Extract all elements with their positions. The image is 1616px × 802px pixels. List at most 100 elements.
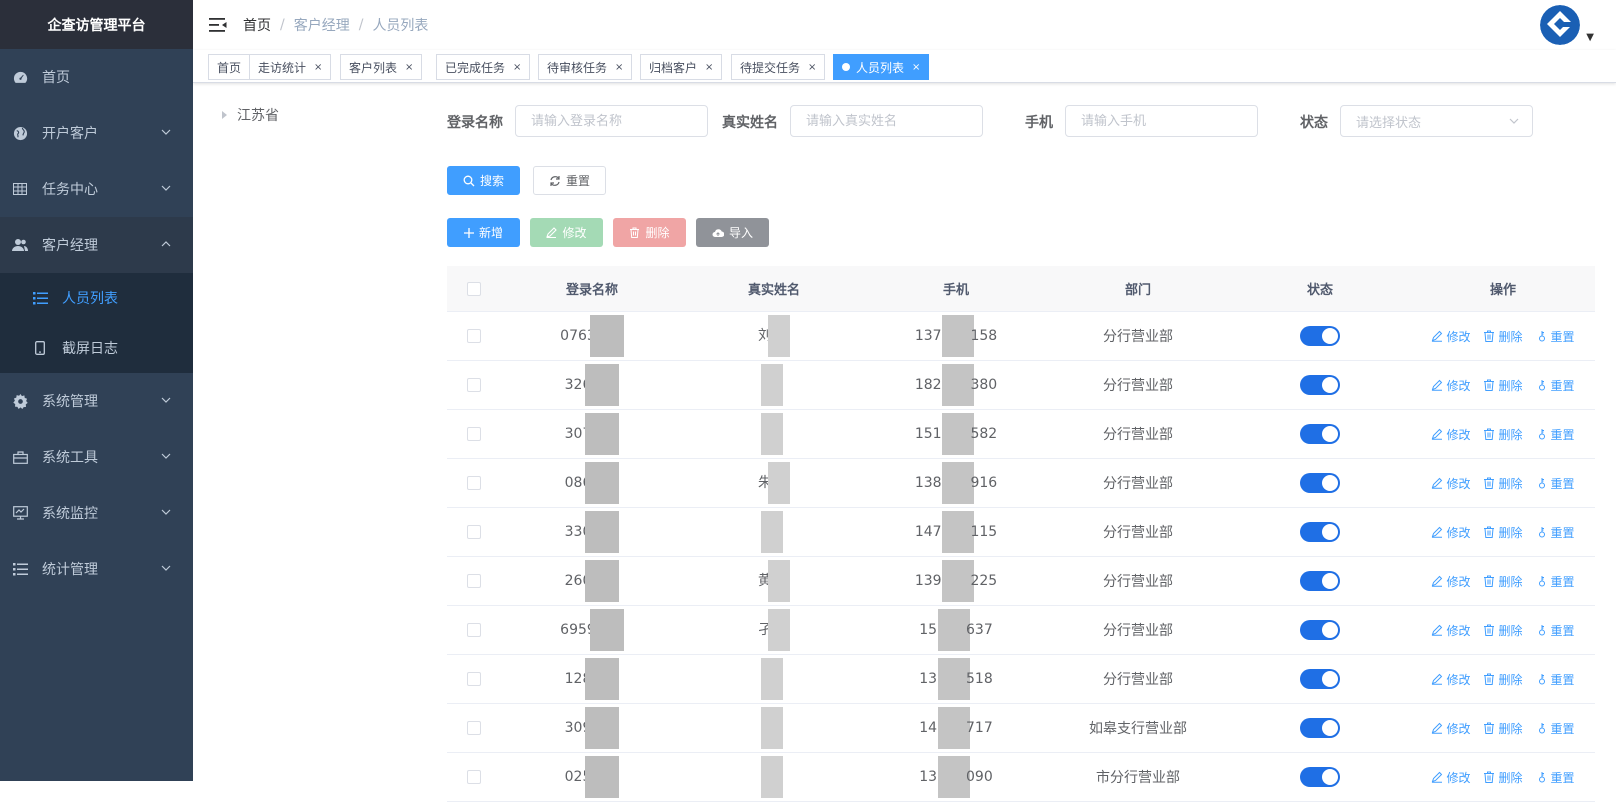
row-delete-link[interactable]: 删除 [1483,622,1523,639]
search-button[interactable]: 搜索 [447,166,520,195]
sidebar-item-open-account[interactable]: 开户客户 [0,105,193,161]
tag-pending-review[interactable]: 待审核任务 × [538,54,633,80]
row-reset-password-link[interactable]: 重置 [1536,720,1575,737]
close-icon[interactable]: × [808,62,816,73]
row-delete-link[interactable]: 删除 [1483,475,1523,492]
edit-button[interactable]: 修改 [530,218,603,247]
table-row[interactable]: 086 朱 1381 916 分行营业部 修改 删除 重置 [447,459,1595,508]
row-edit-link[interactable]: 修改 [1431,377,1470,394]
tag-customer-list[interactable]: 客户列表 × [340,54,423,80]
hamburger-button[interactable] [193,0,243,50]
row-checkbox[interactable] [467,721,481,735]
row-delete-link[interactable]: 删除 [1483,769,1523,786]
row-reset-password-link[interactable]: 重置 [1536,769,1575,786]
table-row[interactable]: 330 1475 115 分行营业部 修改 删除 重置 [447,508,1595,557]
real-name-input[interactable] [790,105,983,137]
close-icon[interactable]: × [615,62,623,73]
close-icon[interactable]: × [705,62,713,73]
status-switch[interactable] [1300,718,1340,738]
sidebar-item-system-admin[interactable]: 系统管理 [0,373,193,429]
avatar[interactable] [1540,5,1580,45]
tag-visit-stats[interactable]: 走访统计 × [249,54,332,80]
row-delete-link[interactable]: 删除 [1483,426,1523,443]
caret-right-icon[interactable] [222,111,227,119]
row-edit-link[interactable]: 修改 [1431,426,1470,443]
close-icon[interactable]: × [513,62,521,73]
table-row[interactable]: 0763 刘 1377 158 分行营业部 修改 删除 重置 [447,312,1595,361]
row-checkbox[interactable] [467,329,481,343]
table-row[interactable]: 128 138 518 分行营业部 修改 删除 重置 [447,655,1595,704]
caret-down-icon[interactable]: ▼ [1586,32,1594,43]
row-delete-link[interactable]: 删除 [1483,524,1523,541]
row-edit-link[interactable]: 修改 [1431,573,1470,590]
row-edit-link[interactable]: 修改 [1431,622,1470,639]
table-row[interactable]: 260 黄 1391 225 分行营业部 修改 删除 重置 [447,557,1595,606]
table-row[interactable]: 025 138 090 市分行营业部 修改 删除 重置 [447,753,1595,802]
row-edit-link[interactable]: 修改 [1431,524,1470,541]
row-edit-link[interactable]: 修改 [1431,769,1470,786]
row-edit-link[interactable]: 修改 [1431,328,1470,345]
row-checkbox[interactable] [467,427,481,441]
status-switch[interactable] [1300,767,1340,787]
sidebar-item-account-manager[interactable]: 客户经理 [0,217,193,273]
status-switch[interactable] [1300,571,1340,591]
sidebar-item-task-center[interactable]: 任务中心 [0,161,193,217]
row-reset-password-link[interactable]: 重置 [1536,475,1575,492]
row-reset-password-link[interactable]: 重置 [1536,573,1575,590]
status-switch[interactable] [1300,669,1340,689]
sidebar-item-system-tools[interactable]: 系统工具 [0,429,193,485]
row-checkbox[interactable] [467,672,481,686]
phone-input[interactable] [1065,105,1258,137]
tag-pending-submit[interactable]: 待提交任务 × [731,54,826,80]
status-switch[interactable] [1300,522,1340,542]
row-reset-password-link[interactable]: 重置 [1536,377,1575,394]
row-reset-password-link[interactable]: 重置 [1536,622,1575,639]
row-delete-link[interactable]: 删除 [1483,573,1523,590]
close-icon[interactable]: × [405,62,413,73]
reset-button[interactable]: 重置 [533,166,606,195]
row-checkbox[interactable] [467,525,481,539]
table-row[interactable]: 6959 孑 158 637 分行营业部 修改 删除 重置 [447,606,1595,655]
tag-completed-tasks[interactable]: 已完成任务 × [436,54,531,80]
row-edit-link[interactable]: 修改 [1431,720,1470,737]
table-row[interactable]: 307 1515 582 分行营业部 修改 删除 重置 [447,410,1595,459]
close-icon[interactable]: × [912,62,920,73]
table-row[interactable]: 309 147 717 如皋支行营业部 修改 删除 重置 [447,704,1595,753]
tag-archived-customers[interactable]: 归档客户 × [640,54,723,80]
breadcrumb-home[interactable]: 首页 [243,15,271,35]
row-checkbox[interactable] [467,770,481,784]
status-switch[interactable] [1300,473,1340,493]
row-checkbox[interactable] [467,623,481,637]
tag-staff-list[interactable]: 人员列表 × [833,54,930,80]
status-switch[interactable] [1300,424,1340,444]
row-delete-link[interactable]: 删除 [1483,720,1523,737]
sidebar-item-system-monitor[interactable]: 系统监控 [0,485,193,541]
sidebar-item-statistics[interactable]: 统计管理 [0,541,193,597]
row-delete-link[interactable]: 删除 [1483,671,1523,688]
close-icon[interactable]: × [314,62,322,73]
row-reset-password-link[interactable]: 重置 [1536,671,1575,688]
sidebar-item-home[interactable]: 首页 [0,49,193,105]
row-checkbox[interactable] [467,378,481,392]
add-button[interactable]: 新增 [447,218,520,247]
row-reset-password-link[interactable]: 重置 [1536,328,1575,345]
login-name-input[interactable] [515,105,708,137]
select-all-checkbox[interactable] [467,281,481,296]
row-delete-link[interactable]: 删除 [1483,377,1523,394]
status-select[interactable]: 请选择状态 [1340,105,1533,137]
row-reset-password-link[interactable]: 重置 [1536,426,1575,443]
table-row[interactable]: 326 1825 380 分行营业部 修改 删除 重置 [447,361,1595,410]
row-edit-link[interactable]: 修改 [1431,671,1470,688]
row-checkbox[interactable] [467,476,481,490]
row-reset-password-link[interactable]: 重置 [1536,524,1575,541]
sidebar-item-screenshot-log[interactable]: 截屏日志 [0,323,193,373]
status-switch[interactable] [1300,620,1340,640]
status-switch[interactable] [1300,375,1340,395]
import-button[interactable]: 导入 [696,218,769,247]
status-switch[interactable] [1300,326,1340,346]
dept-tree-node[interactable]: 江苏省 [222,105,279,125]
tag-home[interactable]: 首页 [208,54,251,80]
row-checkbox[interactable] [467,574,481,588]
delete-button[interactable]: 删除 [613,218,686,247]
sidebar-item-staff-list[interactable]: 人员列表 [0,273,193,323]
